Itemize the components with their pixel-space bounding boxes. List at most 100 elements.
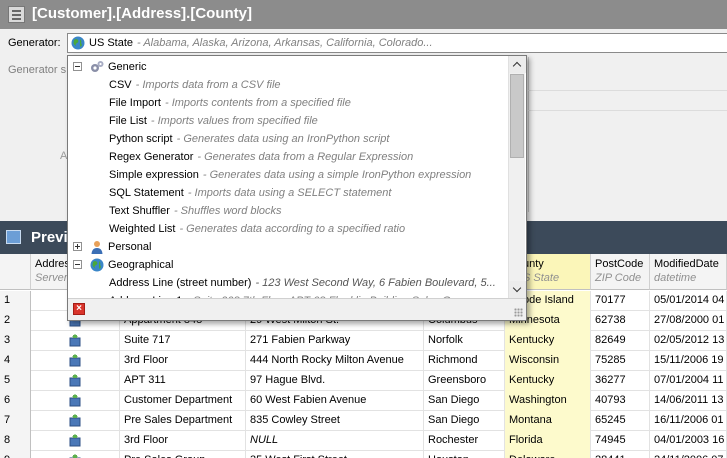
address-cell[interactable] — [31, 411, 120, 431]
generator-select[interactable]: US State - Alabama, Alaska, Arizona, Arka… — [67, 33, 727, 53]
column-header-modifieddate[interactable]: ModifiedDate datetime — [650, 254, 727, 290]
scroll-up-button[interactable] — [509, 56, 526, 73]
link-record-icon[interactable] — [69, 434, 81, 447]
modified-date-cell[interactable]: 14/06/2011 13 — [650, 391, 727, 411]
expand-icon[interactable] — [73, 242, 82, 251]
county-cell[interactable]: Delaware — [505, 451, 591, 458]
address-line2-cell[interactable]: 444 North Rocky Milton Avenue — [246, 351, 424, 371]
address-line1-cell[interactable]: 3rd Floor — [120, 431, 246, 451]
link-record-icon[interactable] — [69, 454, 81, 458]
table-row[interactable]: 7 Pre Sales Department 835 Cowley Street Sa… — [0, 411, 727, 431]
table-row[interactable]: 4 3rd Floor 444 North Rocky Milton Avenue R… — [0, 351, 727, 371]
address-cell[interactable] — [31, 371, 120, 391]
row-number[interactable]: 1 — [0, 291, 31, 311]
close-icon[interactable]: × — [73, 303, 85, 315]
table-row[interactable]: 8 3rd Floor NULL Rochester Florida 74945 04/01… — [0, 431, 727, 451]
row-number[interactable]: 4 — [0, 351, 31, 371]
row-number[interactable]: 6 — [0, 391, 31, 411]
row-number[interactable]: 3 — [0, 331, 31, 351]
city-cell[interactable]: Greensboro — [424, 371, 505, 391]
address-line2-cell[interactable]: 271 Fabien Parkway — [246, 331, 424, 351]
tree-item[interactable]: Simple expression - Generates data using … — [68, 166, 508, 184]
link-record-icon[interactable] — [69, 394, 81, 407]
tree-item[interactable]: File Import - Imports contents from a spe… — [68, 94, 508, 112]
row-number[interactable]: 2 — [0, 311, 31, 331]
county-cell[interactable]: Kentucky — [505, 371, 591, 391]
table-row[interactable]: 9 Pre Sales Group35 West First StreetHous… — [0, 451, 727, 458]
city-cell[interactable]: San Diego — [424, 391, 505, 411]
address-line2-cell[interactable]: 60 West Fabien Avenue — [246, 391, 424, 411]
postcode-cell[interactable]: 70177 — [591, 291, 650, 311]
postcode-cell[interactable]: 28441 — [591, 451, 650, 458]
county-cell[interactable]: Kentucky — [505, 331, 591, 351]
address-line2-cell[interactable]: NULL — [246, 431, 424, 451]
address-line2-cell[interactable]: 35 West First Street — [246, 451, 424, 458]
tree-item[interactable]: Weighted List - Generates data according … — [68, 220, 508, 238]
dropdown-scrollbar[interactable] — [508, 56, 526, 298]
link-record-icon[interactable] — [69, 374, 81, 387]
tree-item[interactable]: Text Shuffler - Shuffles word blocks — [68, 202, 508, 220]
table-row[interactable]: 5 APT 311 97 Hague Blvd. Greensboro Kentucky… — [0, 371, 727, 391]
generator-dropdown[interactable]: Generic CSV - Imports data from a CSV file… — [67, 55, 527, 321]
scroll-thumb[interactable] — [510, 74, 524, 158]
county-cell[interactable]: Florida — [505, 431, 591, 451]
tree-category[interactable]: Geographical — [68, 256, 508, 274]
tree-item[interactable]: File List - Imports values from specified… — [68, 112, 508, 130]
city-cell[interactable]: Houston — [424, 451, 505, 458]
address-line2-cell[interactable]: 97 Hague Blvd. — [246, 371, 424, 391]
address-line1-cell[interactable]: APT 311 — [120, 371, 246, 391]
address-cell[interactable] — [31, 451, 120, 458]
city-cell[interactable]: San Diego — [424, 411, 505, 431]
tree-item[interactable]: Regex Generator - Generates data from a R… — [68, 148, 508, 166]
address-line1-cell[interactable]: Suite 717 — [120, 331, 246, 351]
city-cell[interactable]: Norfolk — [424, 331, 505, 351]
address-line1-cell[interactable]: Pre Sales Department — [120, 411, 246, 431]
address-line2-cell[interactable]: 835 Cowley Street — [246, 411, 424, 431]
table-row[interactable]: 6 Customer Department 60 West Fabien Avenu… — [0, 391, 727, 411]
tree-category[interactable]: Personal — [68, 238, 508, 256]
table-row[interactable]: 3 Suite 717 271 Fabien Parkway Norfolk Kentu… — [0, 331, 727, 351]
address-line1-cell[interactable]: Pre Sales Group — [120, 451, 246, 458]
modified-date-cell[interactable]: 15/11/2006 19 — [650, 351, 727, 371]
collapse-icon[interactable] — [73, 260, 82, 269]
city-cell[interactable]: Richmond — [424, 351, 505, 371]
postcode-cell[interactable]: 40793 — [591, 391, 650, 411]
row-number[interactable]: 9 — [0, 451, 31, 458]
address-cell[interactable] — [31, 431, 120, 451]
collapse-icon[interactable] — [73, 62, 82, 71]
postcode-cell[interactable]: 74945 — [591, 431, 650, 451]
county-cell[interactable]: Montana — [505, 411, 591, 431]
tree-item[interactable]: SQL Statement - Imports data using a SELE… — [68, 184, 508, 202]
resize-grip-icon[interactable] — [514, 308, 523, 317]
modified-date-cell[interactable]: 16/11/2006 01 — [650, 411, 727, 431]
modified-date-cell[interactable]: 27/08/2000 01 — [650, 311, 727, 331]
row-number[interactable]: 8 — [0, 431, 31, 451]
address-line1-cell[interactable]: Customer Department — [120, 391, 246, 411]
modified-date-cell[interactable]: 02/05/2012 13 — [650, 331, 727, 351]
address-cell[interactable] — [31, 351, 120, 371]
tree-item[interactable]: Address Line (street number) - 123 West S… — [68, 274, 508, 292]
address-line1-cell[interactable]: 3rd Floor — [120, 351, 246, 371]
generator-tree[interactable]: Generic CSV - Imports data from a CSV file… — [68, 56, 508, 298]
modified-date-cell[interactable]: 24/11/2006 07 — [650, 451, 727, 458]
postcode-cell[interactable]: 65245 — [591, 411, 650, 431]
column-header-postcode[interactable]: PostCode ZIP Code — [591, 254, 650, 290]
link-record-icon[interactable] — [69, 334, 81, 347]
tree-item[interactable]: Python script - Generates data using an I… — [68, 130, 508, 148]
row-number[interactable]: 7 — [0, 411, 31, 431]
tree-category[interactable]: Generic — [68, 58, 508, 76]
postcode-cell[interactable]: 82649 — [591, 331, 650, 351]
county-cell[interactable]: Wisconsin — [505, 351, 591, 371]
tree-item[interactable]: CSV - Imports data from a CSV file — [68, 76, 508, 94]
link-record-icon[interactable] — [69, 354, 81, 367]
link-record-icon[interactable] — [69, 414, 81, 427]
scroll-down-button[interactable] — [509, 281, 526, 298]
modified-date-cell[interactable]: 05/01/2014 04 — [650, 291, 727, 311]
city-cell[interactable]: Rochester — [424, 431, 505, 451]
county-cell[interactable]: Washington — [505, 391, 591, 411]
postcode-cell[interactable]: 62738 — [591, 311, 650, 331]
modified-date-cell[interactable]: 04/01/2003 16 — [650, 431, 727, 451]
address-cell[interactable] — [31, 391, 120, 411]
postcode-cell[interactable]: 36277 — [591, 371, 650, 391]
address-cell[interactable] — [31, 331, 120, 351]
